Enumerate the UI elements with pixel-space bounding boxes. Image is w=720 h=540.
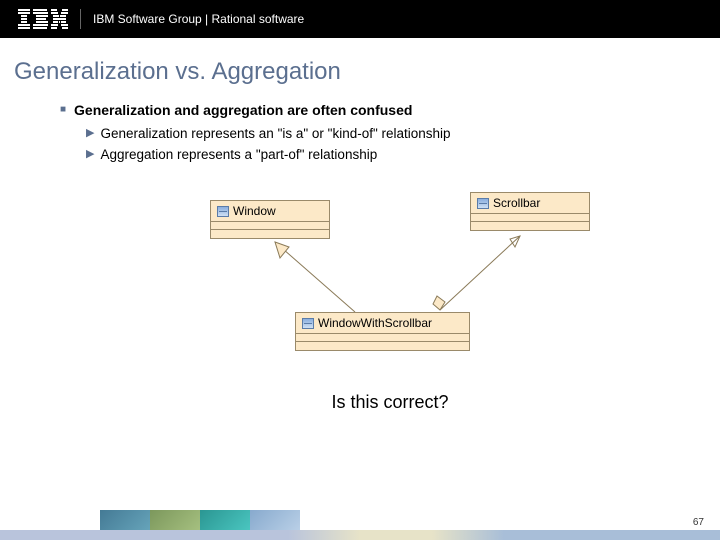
- page-number: 67: [693, 517, 704, 528]
- triangle-bullet-icon: ▶: [86, 128, 94, 139]
- bullet-primary: ■ Generalization and aggregation are oft…: [60, 102, 720, 118]
- slide-question: Is this correct?: [60, 392, 720, 413]
- class-icon: [217, 206, 229, 217]
- triangle-bullet-icon: ▶: [86, 149, 94, 160]
- class-icon: [302, 318, 314, 329]
- slide-header: IBM Software Group | Rational software: [0, 0, 720, 38]
- uml-class-window: Window: [210, 200, 330, 239]
- bullet-primary-text: Generalization and aggregation are often…: [74, 102, 412, 118]
- uml-class-windowwithscrollbar: WindowWithScrollbar: [295, 312, 470, 351]
- square-bullet-icon: ■: [60, 105, 66, 115]
- ibm-logo: [18, 9, 68, 29]
- slide-footer: 67: [0, 506, 720, 540]
- header-divider: [80, 9, 81, 29]
- header-text: IBM Software Group | Rational software: [93, 12, 304, 26]
- slide-title: Generalization vs. Aggregation: [0, 38, 720, 102]
- uml-connectors: [100, 192, 680, 382]
- uml-class-scrollbar: Scrollbar: [470, 192, 590, 231]
- uml-class-window-name: Window: [233, 204, 276, 218]
- bullet-sub-1: ▶ Generalization represents an "is a" or…: [60, 126, 720, 141]
- uml-class-scrollbar-name: Scrollbar: [493, 196, 540, 210]
- bullet-sub-2: ▶ Aggregation represents a "part-of" rel…: [60, 147, 720, 162]
- uml-class-child-name: WindowWithScrollbar: [318, 316, 432, 330]
- bullet-sub-2-text: Aggregation represents a "part-of" relat…: [100, 147, 377, 162]
- uml-diagram: Window Scrollbar WindowWithScrollbar: [100, 192, 680, 382]
- class-icon: [477, 198, 489, 209]
- bullet-sub-1-text: Generalization represents an "is a" or "…: [100, 126, 450, 141]
- footer-bar: [0, 530, 720, 540]
- slide-body: ■ Generalization and aggregation are oft…: [0, 102, 720, 413]
